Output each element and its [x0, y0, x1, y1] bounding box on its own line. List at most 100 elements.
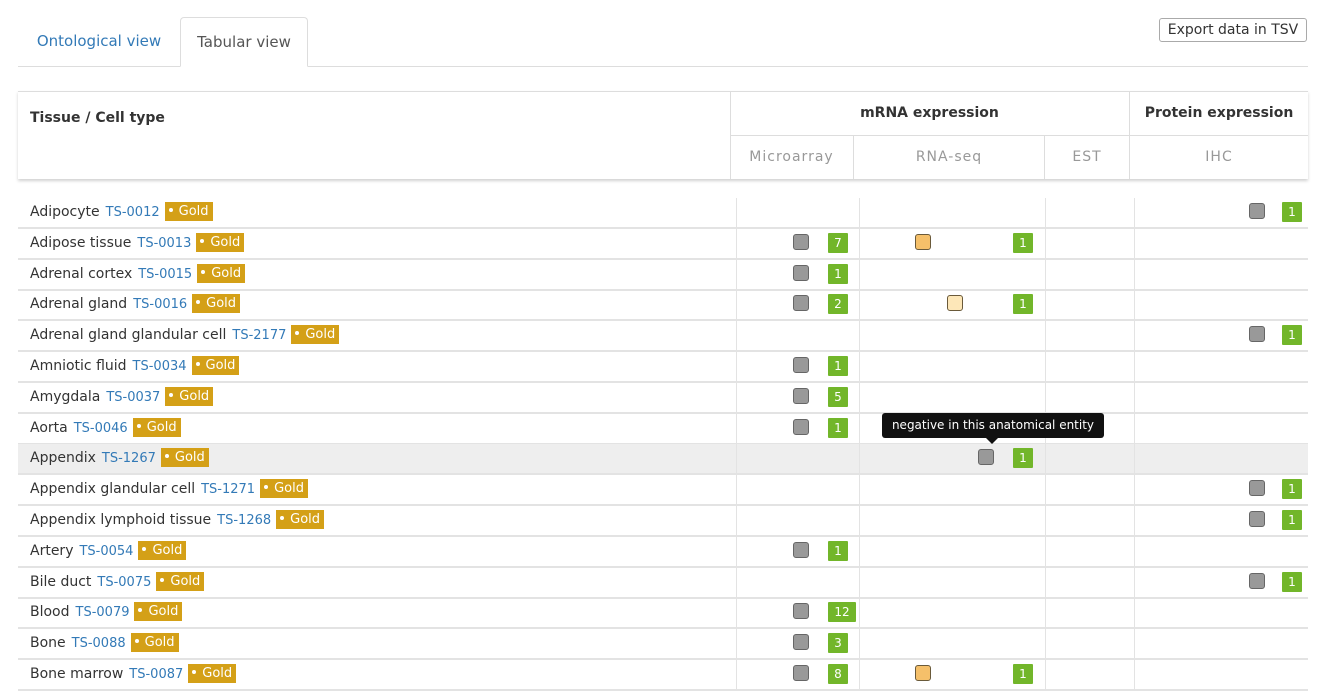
- table-row[interactable]: Bile duct TS-0075 Gold 1: [18, 568, 1308, 599]
- microarray-count-badge[interactable]: 3: [828, 633, 848, 653]
- ihc-count-badge[interactable]: 1: [1282, 479, 1302, 499]
- ihc-expression-square[interactable]: [1249, 573, 1265, 589]
- table-row[interactable]: Artery TS-0054 Gold 1: [18, 537, 1308, 568]
- column-divider: [1045, 290, 1046, 319]
- tissue-id-link[interactable]: TS-0016: [133, 297, 187, 312]
- column-divider: [1134, 475, 1135, 504]
- microarray-expression-square[interactable]: [793, 388, 809, 404]
- microarray-expression-square[interactable]: [793, 542, 809, 558]
- microarray-count-badge[interactable]: 1: [828, 541, 848, 561]
- tissue-name: Amygdala: [30, 389, 101, 405]
- microarray-expression-square[interactable]: [793, 234, 809, 250]
- tissue-cell: Adrenal gland glandular cell TS-2177 Gold: [30, 321, 340, 350]
- table-row[interactable]: Blood TS-0079 Gold 12: [18, 598, 1308, 629]
- table-row[interactable]: Appendix TS-1267 Gold 1: [18, 444, 1308, 475]
- table-row[interactable]: Adipocyte TS-0012 Gold 1: [18, 198, 1308, 229]
- ihc-count-badge[interactable]: 1: [1282, 572, 1302, 592]
- gold-quality-badge: Gold: [130, 633, 179, 652]
- table-row[interactable]: Bone TS-0088 Gold 3: [18, 629, 1308, 660]
- ihc-count-badge[interactable]: 1: [1282, 202, 1302, 222]
- ihc-expression-square[interactable]: [1249, 326, 1265, 342]
- tissue-id-link[interactable]: TS-0046: [74, 421, 128, 436]
- table-row[interactable]: Amniotic fluid TS-0034 Gold 1: [18, 352, 1308, 383]
- tissue-cell: Adipocyte TS-0012 Gold: [30, 198, 213, 227]
- table-row[interactable]: Bone marrow TS-0087 Gold 8 1: [18, 660, 1308, 691]
- tissue-id-link[interactable]: TS-1267: [102, 451, 156, 466]
- tissue-cell: Aorta TS-0046 Gold: [30, 414, 181, 443]
- rnaseq-expression-square[interactable]: [947, 295, 963, 311]
- tissue-cell: Adrenal gland TS-0016 Gold: [30, 290, 241, 319]
- microarray-count-badge[interactable]: 1: [828, 418, 848, 438]
- table-row[interactable]: Adrenal gland glandular cell TS-2177 Gold 1: [18, 321, 1308, 352]
- tab-tabular-view[interactable]: Tabular view: [180, 17, 308, 67]
- tissue-id-link[interactable]: TS-0079: [76, 605, 130, 620]
- rnaseq-count-badge[interactable]: 1: [1013, 294, 1033, 314]
- ihc-expression-square[interactable]: [1249, 203, 1265, 219]
- gold-badge-label: Gold: [179, 389, 210, 404]
- microarray-expression-square[interactable]: [793, 603, 809, 619]
- microarray-expression-square[interactable]: [793, 295, 809, 311]
- microarray-count-badge[interactable]: 8: [828, 664, 848, 684]
- rnaseq-expression-square[interactable]: [978, 449, 994, 465]
- ihc-count-badge[interactable]: 1: [1282, 325, 1302, 345]
- rnaseq-count-badge[interactable]: 1: [1013, 664, 1033, 684]
- microarray-count-badge[interactable]: 7: [828, 233, 848, 253]
- export-tsv-button[interactable]: Export data in TSV: [1159, 18, 1307, 42]
- rnaseq-count-badge[interactable]: 1: [1013, 233, 1033, 253]
- rnaseq-expression-square[interactable]: [915, 234, 931, 250]
- tissue-id-link[interactable]: TS-0088: [72, 636, 126, 651]
- dot-icon: [280, 516, 285, 520]
- tissue-id-link[interactable]: TS-0012: [106, 205, 160, 220]
- table-row[interactable]: Adrenal gland TS-0016 Gold 2 1: [18, 290, 1308, 321]
- microarray-column-header[interactable]: Microarray: [730, 136, 853, 179]
- rnaseq-count-badge[interactable]: 1: [1013, 448, 1033, 468]
- microarray-expression-square[interactable]: [793, 265, 809, 281]
- microarray-expression-square[interactable]: [793, 357, 809, 373]
- microarray-count-badge[interactable]: 12: [828, 602, 856, 622]
- tissue-id-link[interactable]: TS-1268: [217, 513, 271, 528]
- tissue-id-link[interactable]: TS-0037: [106, 390, 160, 405]
- table-row[interactable]: Appendix lymphoid tissue TS-1268 Gold 1: [18, 506, 1308, 537]
- column-divider: [1134, 506, 1135, 535]
- microarray-count-badge[interactable]: 2: [828, 294, 848, 314]
- column-divider: [736, 629, 737, 658]
- column-divider: [1045, 321, 1046, 350]
- table-row[interactable]: Aorta TS-0046 Gold 1: [18, 414, 1308, 445]
- gold-quality-badge: Gold: [164, 202, 213, 221]
- microarray-expression-square[interactable]: [793, 634, 809, 650]
- ihc-expression-square[interactable]: [1249, 480, 1265, 496]
- tissue-id-link[interactable]: TS-0034: [133, 359, 187, 374]
- tissue-cell: Bone TS-0088 Gold: [30, 629, 179, 658]
- column-divider: [1045, 598, 1046, 627]
- tissue-name: Artery: [30, 543, 74, 559]
- table-row[interactable]: Adrenal cortex TS-0015 Gold 1: [18, 260, 1308, 291]
- column-divider: [1045, 260, 1046, 289]
- table-row[interactable]: Amygdala TS-0037 Gold 5: [18, 383, 1308, 414]
- gold-badge-label: Gold: [152, 543, 183, 558]
- microarray-count-badge[interactable]: 5: [828, 387, 848, 407]
- tissue-id-link[interactable]: TS-0054: [79, 544, 133, 559]
- tissue-id-link[interactable]: TS-0075: [97, 575, 151, 590]
- est-column-header[interactable]: EST: [1045, 136, 1129, 179]
- column-divider: [859, 598, 860, 627]
- gold-quality-badge: Gold: [260, 479, 308, 498]
- tissue-id-link[interactable]: TS-0013: [137, 236, 191, 251]
- tissue-id-link[interactable]: TS-1271: [201, 482, 255, 497]
- tissue-id-link[interactable]: TS-2177: [232, 328, 286, 343]
- table-row[interactable]: Appendix glandular cell TS-1271 Gold 1: [18, 475, 1308, 506]
- tissue-id-link[interactable]: TS-0015: [138, 267, 192, 282]
- ihc-count-badge[interactable]: 1: [1282, 510, 1302, 530]
- microarray-expression-square[interactable]: [793, 665, 809, 681]
- microarray-expression-square[interactable]: [793, 419, 809, 435]
- rnaseq-expression-square[interactable]: [915, 665, 931, 681]
- ihc-column-header[interactable]: IHC: [1130, 136, 1308, 179]
- ihc-expression-square[interactable]: [1249, 511, 1265, 527]
- rnaseq-column-header[interactable]: RNA-seq: [854, 136, 1044, 179]
- microarray-count-badge[interactable]: 1: [828, 264, 848, 284]
- tissue-column-header[interactable]: Tissue / Cell type: [30, 110, 165, 126]
- column-divider: [1045, 660, 1046, 689]
- table-row[interactable]: Adipose tissue TS-0013 Gold 7 1: [18, 229, 1308, 260]
- microarray-count-badge[interactable]: 1: [828, 356, 848, 376]
- tab-ontological-view[interactable]: Ontological view: [18, 17, 180, 66]
- tissue-id-link[interactable]: TS-0087: [129, 667, 183, 682]
